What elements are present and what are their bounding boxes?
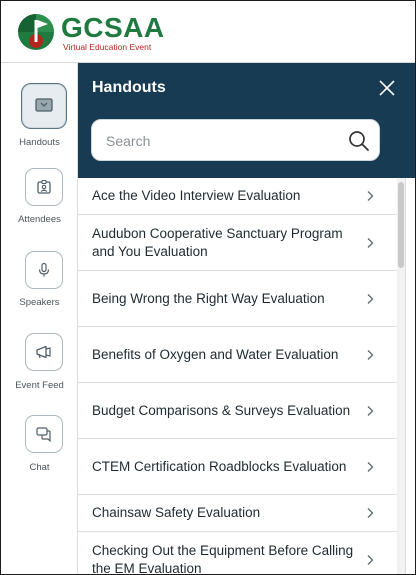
golf-flag-logo-icon xyxy=(18,14,54,50)
rail-button-event-feed[interactable] xyxy=(25,333,63,371)
chevron-right-icon xyxy=(367,237,374,248)
microphone-icon xyxy=(38,262,50,277)
header: GCSAA Virtual Education Event xyxy=(1,1,415,63)
search-box xyxy=(91,119,380,161)
rail-label-attendees: Attendees xyxy=(18,214,61,225)
search-icon[interactable] xyxy=(347,129,371,153)
rail-label-event-feed: Event Feed xyxy=(15,380,64,391)
list-item-label: Being Wrong the Right Way Evaluation xyxy=(92,290,325,306)
rail-label-handouts: Handouts xyxy=(19,137,60,148)
rail-label-speakers: Speakers xyxy=(19,297,60,308)
list-item[interactable]: Ace the Video Interview Evaluation xyxy=(78,178,397,215)
list-item[interactable]: Being Wrong the Right Way Evaluation xyxy=(78,271,397,327)
megaphone-icon xyxy=(36,345,51,359)
rail-label-chat: Chat xyxy=(29,462,50,473)
list-item[interactable]: Chainsaw Safety Evaluation xyxy=(78,495,397,532)
chevron-right-icon xyxy=(367,349,374,360)
rail-button-speakers[interactable] xyxy=(25,251,63,289)
rail-item-event-feed[interactable]: Event Feed xyxy=(1,333,78,395)
app-frame: GCSAA Virtual Education Event Handouts A… xyxy=(0,0,416,575)
list-item-label: CTEM Certification Roadblocks Evaluation xyxy=(92,458,347,474)
bag-icon xyxy=(35,98,53,112)
chevron-right-icon xyxy=(367,405,374,416)
chevron-right-icon xyxy=(367,461,374,472)
chevron-right-icon xyxy=(367,191,374,201)
handouts-panel: Handouts Ace the Video Interview Evaluat… xyxy=(78,63,405,575)
badge-icon xyxy=(37,179,51,194)
list-item-label: Audubon Cooperative Sanctuary Program an… xyxy=(92,225,343,259)
chevron-right-icon xyxy=(367,293,374,304)
list-item[interactable]: Budget Comparisons & Surveys Evaluation xyxy=(78,383,397,439)
rail-item-chat[interactable]: Chat xyxy=(1,415,78,477)
rail-button-chat[interactable] xyxy=(25,415,63,453)
list-item[interactable]: CTEM Certification Roadblocks Evaluation xyxy=(78,439,397,495)
scrollbar-thumb[interactable] xyxy=(398,182,404,268)
list-item[interactable]: Benefits of Oxygen and Water Evaluation xyxy=(78,327,397,383)
chat-icon xyxy=(36,427,51,442)
list-item[interactable]: Audubon Cooperative Sanctuary Program an… xyxy=(78,215,397,271)
brand-subtitle: Virtual Education Event xyxy=(63,42,152,52)
list-item-label: Budget Comparisons & Surveys Evaluation xyxy=(92,402,351,418)
handouts-list: Ace the Video Interview Evaluation Audub… xyxy=(78,178,405,575)
left-rail: Handouts Attendees Speakers Event Feed C… xyxy=(1,63,78,574)
rail-item-attendees[interactable]: Attendees xyxy=(1,168,78,230)
rail-item-handouts[interactable]: Handouts xyxy=(1,81,78,151)
chevron-right-icon xyxy=(367,508,374,518)
gcsaa-logo[interactable]: GCSAA Virtual Education Event xyxy=(15,11,215,55)
rail-item-speakers[interactable]: Speakers xyxy=(1,251,78,313)
list-item-label: Benefits of Oxygen and Water Evaluation xyxy=(92,346,339,362)
panel-header: Handouts xyxy=(78,63,405,178)
list-item-label: Ace the Video Interview Evaluation xyxy=(92,188,301,203)
rail-button-handouts[interactable] xyxy=(21,83,67,129)
background-strip-lower xyxy=(405,178,415,574)
list-item-label: Checking Out the Equipment Before Callin… xyxy=(92,542,354,575)
chevron-right-icon xyxy=(367,554,374,565)
search-input[interactable] xyxy=(106,130,336,152)
rail-button-attendees[interactable] xyxy=(25,168,63,206)
panel-title: Handouts xyxy=(92,79,166,96)
list-item-label: Chainsaw Safety Evaluation xyxy=(92,505,261,520)
brand-name: GCSAA xyxy=(61,12,165,43)
list-item[interactable]: Checking Out the Equipment Before Callin… xyxy=(78,532,397,575)
close-icon[interactable] xyxy=(376,77,398,99)
